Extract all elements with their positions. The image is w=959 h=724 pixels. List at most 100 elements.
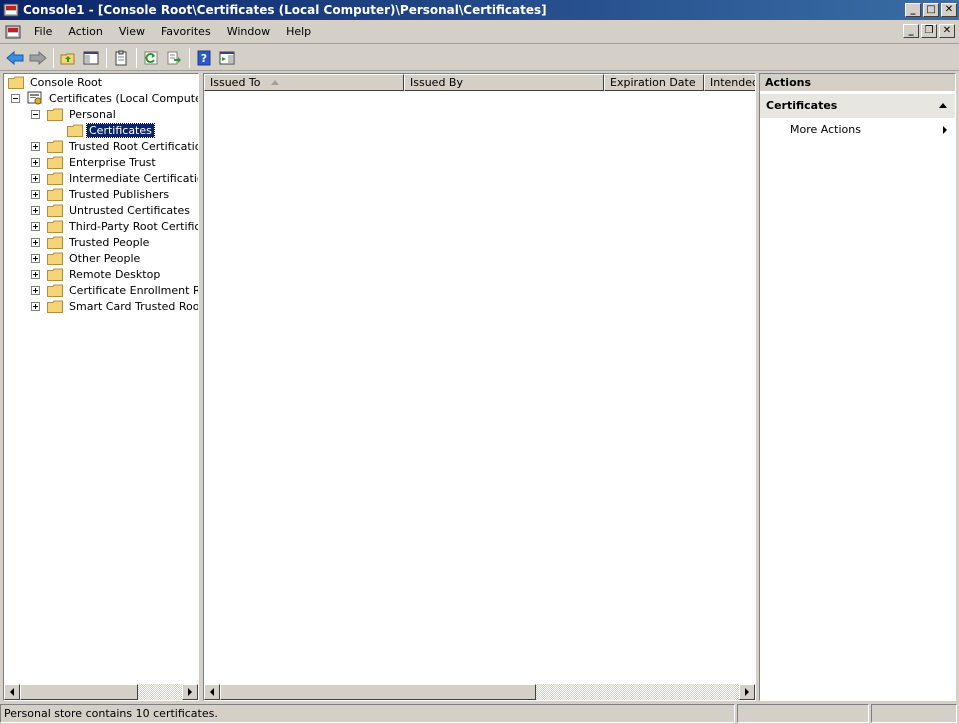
document-system-icon[interactable] (4, 23, 22, 41)
mmc-app-icon[interactable] (3, 2, 19, 18)
scroll-thumb[interactable] (220, 684, 536, 700)
scroll-thumb[interactable] (20, 684, 138, 700)
results-list-pane[interactable]: Issued To Issued By Expiration Date Inte… (203, 73, 756, 701)
menu-file[interactable]: File (26, 23, 60, 41)
tree-item-store[interactable]: Remote Desktop (31, 266, 162, 282)
left-arrow-icon (210, 688, 214, 696)
menu-favorites[interactable]: Favorites (153, 23, 219, 41)
tree-item-console-root[interactable]: Console Root (8, 74, 104, 90)
certificates-snapin-icon (27, 91, 42, 105)
column-intended[interactable]: Intended (704, 74, 755, 91)
tree-label: Personal (69, 107, 116, 121)
expand-toggle[interactable] (31, 269, 40, 279)
column-issued-to[interactable]: Issued To (204, 74, 404, 91)
expand-toggle[interactable] (31, 157, 40, 167)
console-tree-pane[interactable]: Console Root Certificates (Local Compute… (3, 73, 199, 701)
tree-label: Certificates (Local Computer) (49, 91, 199, 105)
expand-toggle[interactable] (31, 237, 40, 247)
folder-open-icon (67, 124, 83, 137)
actions-section-certificates[interactable]: Certificates (760, 94, 955, 118)
tree-label: Untrusted Certificates (69, 203, 190, 217)
tree-item-certificates[interactable]: Certificates (67, 122, 155, 138)
mdi-close-button[interactable]: ✕ (939, 24, 955, 38)
mdi-minimize-button[interactable]: _ (903, 24, 919, 38)
column-expiration-date[interactable]: Expiration Date (604, 74, 704, 91)
folder-icon (47, 204, 63, 217)
window-title: Console1 - [Console Root\Certificates (L… (23, 3, 547, 17)
collapse-toggle[interactable] (31, 109, 40, 119)
clipboard-icon[interactable] (110, 47, 132, 69)
tree-horizontal-scrollbar[interactable] (4, 684, 198, 700)
folder-icon (8, 76, 24, 89)
folder-icon (47, 188, 63, 201)
expand-toggle[interactable] (31, 301, 40, 311)
tree-item-store[interactable]: Third-Party Root Certificatio (31, 218, 198, 234)
tree-item-store[interactable]: Trusted People (31, 234, 151, 250)
scroll-left-arrow[interactable] (4, 684, 20, 700)
more-actions-item[interactable]: More Actions (760, 120, 955, 140)
scroll-track[interactable] (536, 684, 739, 700)
up-folder-icon[interactable] (57, 47, 79, 69)
tree-label: Smart Card Trusted Roots (69, 299, 199, 313)
svg-text:?: ? (201, 52, 207, 65)
tree-label: Intermediate Certification A (69, 171, 198, 185)
tree-label: Remote Desktop (69, 267, 161, 281)
tree-item-store[interactable]: Other People (31, 250, 142, 266)
folder-icon (47, 172, 63, 185)
column-label: Issued To (210, 76, 261, 89)
tree-item-certificates-local-computer[interactable]: Certificates (Local Computer) (11, 90, 199, 106)
back-arrow-icon[interactable] (4, 47, 26, 69)
menu-view[interactable]: View (111, 23, 153, 41)
action-label: More Actions (790, 123, 861, 136)
tree-item-store[interactable]: Trusted Publishers (31, 186, 171, 202)
expand-toggle[interactable] (31, 173, 40, 183)
menu-action[interactable]: Action (60, 23, 110, 41)
tree-label: Trusted People (69, 235, 150, 249)
collapse-up-icon[interactable] (939, 103, 947, 108)
export-list-icon[interactable] (163, 47, 185, 69)
menu-help[interactable]: Help (278, 23, 319, 41)
tree-item-store[interactable]: Trusted Root Certification A (31, 138, 198, 154)
tree-label-selected: Certificates (86, 122, 155, 138)
expand-toggle[interactable] (31, 141, 40, 151)
tree-label: Third-Party Root Certificatio (69, 219, 198, 233)
tree-item-store[interactable]: Intermediate Certification A (31, 170, 198, 186)
refresh-icon[interactable] (140, 47, 162, 69)
toolbar-separator (189, 47, 190, 68)
column-issued-by[interactable]: Issued By (404, 74, 604, 91)
show-hide-action-pane-icon[interactable] (216, 47, 238, 69)
scroll-right-arrow[interactable] (739, 684, 755, 700)
tree-label: Certificate Enrollment Requ (69, 283, 198, 297)
title-bar[interactable]: Console1 - [Console Root\Certificates (L… (0, 0, 959, 20)
tree-item-store[interactable]: Enterprise Trust (31, 154, 158, 170)
show-hide-tree-icon[interactable] (80, 47, 102, 69)
list-horizontal-scrollbar[interactable] (204, 684, 755, 700)
forward-arrow-icon[interactable] (27, 47, 49, 69)
expand-toggle[interactable] (31, 221, 40, 231)
expand-toggle[interactable] (31, 189, 40, 199)
tree-item-store[interactable]: Untrusted Certificates (31, 202, 192, 218)
folder-icon (47, 108, 63, 121)
tree-item-personal[interactable]: Personal (31, 106, 118, 122)
menu-window[interactable]: Window (219, 23, 278, 41)
scroll-track[interactable] (138, 684, 182, 700)
status-bar: Personal store contains 10 certificates. (0, 703, 959, 724)
close-button[interactable]: ✕ (941, 3, 957, 17)
collapse-toggle[interactable] (11, 93, 20, 103)
folder-icon (47, 220, 63, 233)
maximize-button[interactable]: □ (923, 3, 939, 17)
list-header: Issued To Issued By Expiration Date Inte… (204, 74, 755, 91)
toolbar: ? (0, 45, 959, 71)
expand-toggle[interactable] (31, 285, 40, 295)
scroll-right-arrow[interactable] (182, 684, 198, 700)
mdi-restore-button[interactable]: ❐ (921, 24, 937, 38)
scroll-left-arrow[interactable] (204, 684, 220, 700)
expand-toggle[interactable] (31, 205, 40, 215)
minimize-button[interactable]: _ (905, 3, 921, 17)
tree-item-store[interactable]: Smart Card Trusted Roots (31, 298, 199, 314)
expand-toggle[interactable] (31, 253, 40, 263)
help-icon[interactable]: ? (193, 47, 215, 69)
tree-item-store[interactable]: Certificate Enrollment Requ (31, 282, 198, 298)
section-label: Certificates (766, 99, 838, 112)
sort-ascending-icon (270, 80, 279, 85)
